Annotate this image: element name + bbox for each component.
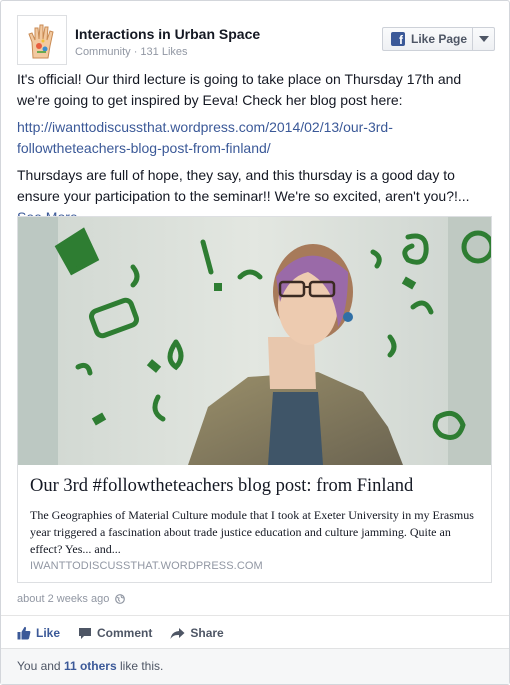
share-label: Share: [190, 626, 224, 640]
actions-divider: [1, 615, 509, 616]
post-body: It's official! Our third lecture is goin…: [17, 69, 495, 228]
globe-icon: [115, 594, 126, 604]
comment-button[interactable]: Comment: [78, 626, 152, 640]
page-category: Community: [75, 46, 131, 58]
page-name[interactable]: Interactions in Urban Space: [75, 26, 260, 42]
attachment-title[interactable]: Our 3rd #followtheteachers blog post: fr…: [30, 476, 413, 497]
page-likes-count: 131 Likes: [140, 46, 188, 58]
chevron-down-icon: [478, 36, 489, 42]
share-button[interactable]: Share: [170, 626, 224, 640]
thumbs-up-icon: [17, 626, 31, 640]
link-attachment[interactable]: Our 3rd #followtheteachers blog post: fr…: [17, 216, 492, 583]
page-avatar[interactable]: [17, 15, 67, 65]
post-timestamp-row: about 2 weeks ago: [17, 593, 126, 605]
comment-icon: [79, 627, 92, 639]
like-button[interactable]: Like: [17, 626, 60, 640]
comment-label: Comment: [97, 626, 153, 640]
likes-summary: You and 11 others like this.: [17, 659, 163, 673]
attachment-image[interactable]: [18, 217, 491, 465]
facebook-icon: f: [391, 32, 405, 46]
post-link[interactable]: http://iwanttodiscussthat.wordpress.com/…: [17, 119, 393, 156]
like-page-button[interactable]: f Like Page: [382, 27, 495, 51]
like-page-dropdown[interactable]: [472, 28, 494, 50]
post-timestamp[interactable]: about 2 weeks ago: [17, 593, 109, 605]
post-paragraph-1: It's official! Our third lecture is goin…: [17, 71, 462, 108]
share-icon: [170, 627, 185, 639]
post-card: Interactions in Urban Space Community · …: [0, 0, 510, 685]
attachment-photo: [18, 217, 491, 465]
likes-others-link[interactable]: 11 others: [64, 659, 117, 673]
post-header: Interactions in Urban Space Community · …: [17, 15, 495, 65]
like-page-label: Like Page: [411, 32, 468, 46]
hand-logo-icon: [18, 16, 66, 64]
attachment-description: The Geographies of Material Culture modu…: [30, 508, 474, 556]
like-label: Like: [36, 626, 61, 640]
page-meta: Community · 131 Likes: [75, 46, 188, 58]
post-actions: Like Comment Share: [17, 623, 242, 643]
like-page-main[interactable]: f Like Page: [383, 28, 472, 50]
likes-prefix: You and: [17, 659, 61, 673]
likes-suffix: like this.: [120, 659, 164, 673]
attachment-domain: IWANTTODISCUSSTHAT.WORDPRESS.COM: [30, 560, 263, 572]
post-paragraph-2: Thursdays are full of hope, they say, an…: [17, 167, 470, 204]
likes-summary-bar: You and 11 others like this.: [1, 648, 509, 684]
